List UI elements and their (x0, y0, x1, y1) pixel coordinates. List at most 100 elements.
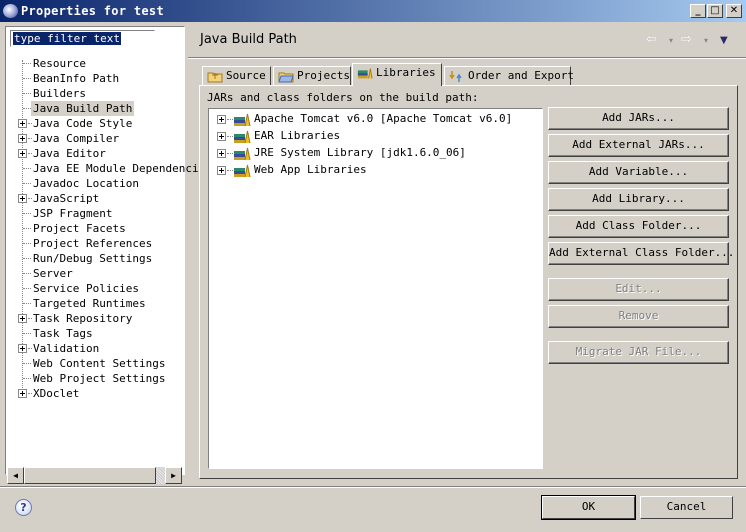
library-icon (234, 147, 251, 161)
edit-button[interactable]: Edit... (548, 278, 729, 301)
expand-icon[interactable] (18, 389, 27, 398)
add-external-jars-button[interactable]: Add External JARs... (548, 134, 729, 157)
maximize-button[interactable]: □ (707, 4, 723, 18)
sidebar-item[interactable]: JSP Fragment (6, 206, 184, 221)
expand-icon[interactable] (217, 132, 226, 141)
sidebar-item[interactable]: Java Build Path (6, 101, 184, 116)
library-item[interactable]: EAR Libraries (209, 128, 539, 145)
library-item[interactable]: Apache Tomcat v6.0 [Apache Tomcat v6.0] (209, 111, 539, 128)
sidebar-item[interactable]: Task Tags (6, 326, 184, 341)
footer-separator (0, 486, 746, 488)
tree-connector (23, 213, 31, 214)
expand-icon[interactable] (217, 149, 226, 158)
tree-connector (28, 318, 32, 319)
scroll-left-button[interactable]: ◀ (7, 467, 24, 484)
library-item[interactable]: Web App Libraries (209, 162, 539, 179)
forward-arrow-icon[interactable]: ⇨ (681, 32, 692, 47)
view-menu-icon[interactable]: ▼ (720, 35, 728, 46)
tab-libraries-label: Libraries (376, 66, 436, 79)
cancel-button[interactable]: Cancel (640, 496, 733, 519)
tree-connector (28, 393, 32, 394)
filter-input-value[interactable]: type filter text (13, 32, 121, 45)
sidebar-item-label: Builders (33, 87, 86, 100)
sidebar-item[interactable]: Project Facets (6, 221, 184, 236)
tree-connector (23, 78, 31, 79)
back-dropdown-icon[interactable]: ▾ (669, 36, 673, 45)
remove-button[interactable]: Remove (548, 305, 729, 328)
migrate-jar-button[interactable]: Migrate JAR File... (548, 341, 729, 364)
library-item-label: JRE System Library [jdk1.6.0_06] (254, 146, 466, 159)
expand-icon[interactable] (18, 344, 27, 353)
add-external-class-folder-button[interactable]: Add External Class Folder... (548, 242, 734, 265)
sidebar-item[interactable]: XDoclet (6, 386, 184, 401)
sidebar-item[interactable]: Targeted Runtimes (6, 296, 184, 311)
tree-connector (28, 348, 32, 349)
sidebar-item-label: Java Code Style (33, 117, 133, 130)
help-icon[interactable]: ? (15, 499, 32, 516)
sidebar-item-label: Resource (33, 57, 86, 70)
libraries-tree[interactable]: Apache Tomcat v6.0 [Apache Tomcat v6.0] E… (208, 108, 543, 469)
tree-connector (23, 273, 31, 274)
expand-icon[interactable] (217, 166, 226, 175)
forward-dropdown-icon[interactable]: ▾ (704, 36, 708, 45)
expand-icon[interactable] (18, 134, 27, 143)
library-item-label: Apache Tomcat v6.0 [Apache Tomcat v6.0] (254, 112, 513, 125)
tab-projects-label: Projects (297, 69, 350, 82)
tree-connector (23, 63, 31, 64)
horizontal-scrollbar[interactable]: ◀ ▶ (7, 467, 182, 484)
sidebar-item[interactable]: Java Compiler (6, 131, 184, 146)
scroll-thumb[interactable] (24, 467, 156, 484)
sidebar-item[interactable]: Web Content Settings (6, 356, 184, 371)
properties-tree-pane: type filter text Resource BeanInfo Path Bu… (5, 26, 199, 475)
expand-icon[interactable] (18, 119, 27, 128)
tab-order-export[interactable]: Order and Export (444, 66, 574, 86)
expand-icon[interactable] (18, 149, 27, 158)
sidebar-item[interactable]: Java EE Module Dependenci (6, 161, 199, 176)
scroll-right-button[interactable]: ▶ (165, 467, 182, 484)
window-title: Properties for test (21, 4, 164, 18)
tab-libraries[interactable]: Libraries (352, 63, 442, 86)
library-item-label: Web App Libraries (254, 163, 367, 176)
sidebar-item-label: Validation (33, 342, 100, 355)
expand-icon[interactable] (18, 194, 27, 203)
sidebar-item[interactable]: Service Policies (6, 281, 184, 296)
add-library-button[interactable]: Add Library... (548, 188, 729, 211)
add-class-folder-button[interactable]: Add Class Folder... (548, 215, 729, 238)
sidebar-item[interactable]: Web Project Settings (6, 371, 184, 386)
sidebar-item[interactable]: Javadoc Location (6, 176, 184, 191)
sidebar-item-label: Task Repository (33, 312, 133, 325)
sidebar-item-label: Java Build Path (31, 101, 135, 116)
sidebar-item[interactable]: Java Code Style (6, 116, 184, 131)
sidebar-item[interactable]: Java Editor (6, 146, 184, 161)
sidebar-item-label: Web Project Settings (33, 372, 166, 385)
sidebar-item[interactable]: Resource (6, 56, 184, 71)
sidebar-item-label: Task Tags (33, 327, 93, 340)
sidebar-item[interactable]: BeanInfo Path (6, 71, 184, 86)
minimize-button[interactable]: _ (690, 4, 706, 18)
sidebar-item[interactable]: JavaScript (6, 191, 184, 206)
back-arrow-icon[interactable]: ⇦ (646, 32, 657, 47)
libraries-section-label: JARs and class folders on the build path… (207, 91, 479, 104)
tree-connector (23, 258, 31, 259)
tab-source[interactable]: Source (202, 66, 271, 86)
source-folder-icon (207, 72, 223, 82)
expand-icon[interactable] (18, 314, 27, 323)
sidebar-item[interactable]: Builders (6, 86, 184, 101)
tab-projects[interactable]: Projects (273, 66, 351, 86)
filter-input[interactable]: type filter text (10, 30, 155, 47)
tree-connector (23, 228, 31, 229)
close-button[interactable]: ✕ (726, 4, 742, 18)
sidebar-item[interactable]: Task Repository (6, 311, 184, 326)
tree-connector (28, 198, 32, 199)
sidebar-item-label: Project Facets (33, 222, 126, 235)
sidebar-item[interactable]: Validation (6, 341, 184, 356)
expand-icon[interactable] (217, 115, 226, 124)
ok-button[interactable]: OK (541, 495, 636, 520)
add-jars-button[interactable]: Add JARs... (548, 107, 729, 130)
sidebar-item[interactable]: Project References (6, 236, 184, 251)
sidebar-item[interactable]: Run/Debug Settings (6, 251, 184, 266)
scroll-track[interactable] (156, 467, 165, 484)
sidebar-item[interactable]: Server (6, 266, 184, 281)
add-variable-button[interactable]: Add Variable... (548, 161, 729, 184)
library-item[interactable]: JRE System Library [jdk1.6.0_06] (209, 145, 539, 162)
